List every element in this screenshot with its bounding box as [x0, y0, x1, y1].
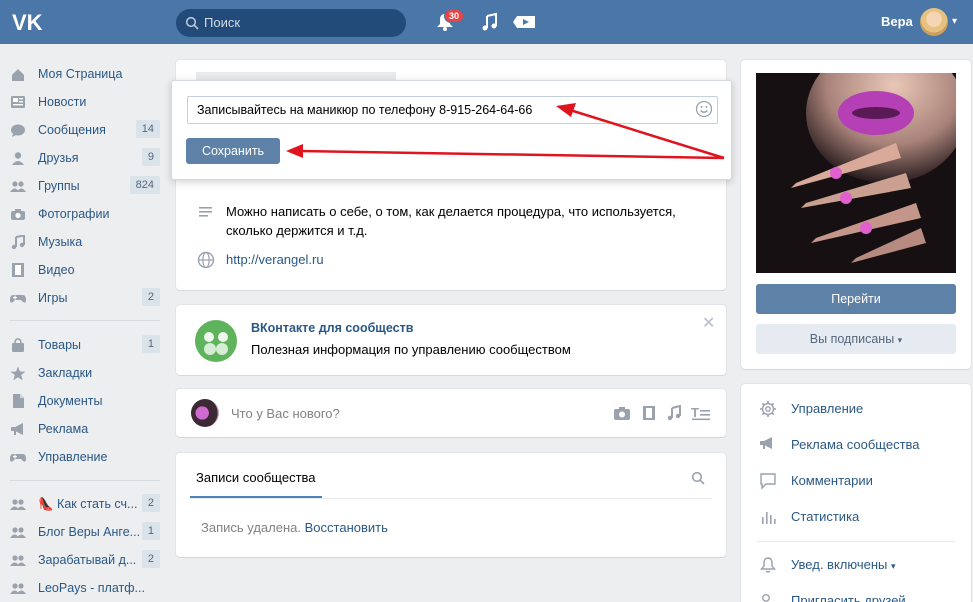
- arrow-to-save: [286, 144, 725, 160]
- arrow-to-status: [556, 103, 725, 160]
- annotation-arrows: [286, 103, 725, 160]
